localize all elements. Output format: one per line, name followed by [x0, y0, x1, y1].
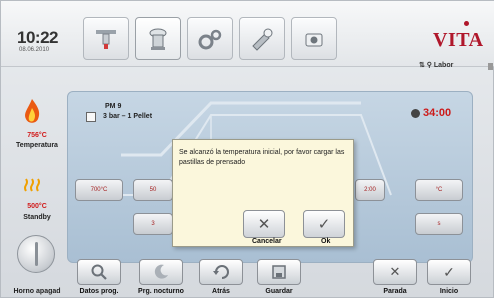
cancel-button[interactable]: ✕ [243, 210, 285, 238]
stop-icon: ✕ [389, 264, 401, 279]
hold-time-value: 2:00 [364, 187, 376, 193]
standby-value: 500°C [27, 203, 47, 210]
hold-time-button[interactable]: 2:00 [355, 179, 385, 201]
back-arrow-icon [213, 265, 229, 279]
program-data-button[interactable] [77, 259, 121, 285]
cooling-time-button[interactable]: s [415, 213, 463, 235]
tools-icon [252, 28, 273, 51]
tab-press[interactable] [135, 17, 181, 60]
camera-icon [305, 33, 323, 46]
program-icon [86, 112, 96, 122]
remaining-time: 34:00 [411, 102, 465, 124]
save-label: Guardar [265, 288, 293, 295]
cooling-temp-button[interactable]: °C [415, 179, 463, 201]
vacuum-value: 3 [151, 221, 155, 227]
app-frame: 10:22 08.06.2010 VITA ⇅ ⚲ Labor 756°C Te… [0, 0, 494, 298]
message-dialog: Se alcanzó la temperatura inicial, por f… [172, 139, 354, 247]
dialog-message: Se alcanzó la temperatura inicial, por f… [179, 149, 345, 166]
temperature-value: 756°C [27, 132, 47, 139]
furnace-icon [96, 29, 116, 49]
flame-icon [25, 99, 40, 123]
tab-settings[interactable] [187, 17, 233, 60]
night-program-icon [154, 264, 168, 279]
check-icon: ✓ [317, 216, 331, 233]
start-label: Inicio [439, 288, 459, 295]
back-button[interactable] [199, 259, 243, 285]
close-icon: ✕ [257, 216, 271, 233]
night-program-button[interactable] [139, 259, 183, 285]
clock-time: 10:22 [17, 28, 58, 47]
remaining-time-value: 34:00 [423, 107, 452, 119]
temperature-label: Temperatura [16, 142, 58, 149]
start-temp-button[interactable]: 700°C [75, 179, 123, 201]
magnifier-icon [91, 264, 107, 280]
tab-tools[interactable] [239, 17, 285, 60]
program-detail: 3 bar – 1 Pellet [103, 113, 153, 120]
start-icon: ✓ [443, 263, 455, 280]
scroll-marker[interactable] [488, 63, 493, 70]
ok-button[interactable]: ✓ [303, 210, 345, 238]
start-temp-value: 700°C [90, 187, 108, 193]
standby-label: Standby [23, 214, 51, 221]
tab-camera[interactable] [291, 17, 337, 60]
program-name: PM 9 [105, 103, 122, 110]
night-program-label: Prg. nocturno [138, 288, 184, 295]
profile-indicator[interactable]: ⇅ ⚲ Labor [419, 61, 453, 69]
cooling-time-value: s [437, 221, 441, 227]
power-knob[interactable] [17, 235, 55, 273]
clock-date: 08.06.2010 [19, 47, 50, 53]
stop-button[interactable]: ✕ [373, 259, 417, 285]
settings-gears-icon [198, 29, 222, 49]
heat-wave-icon [24, 178, 40, 192]
press-icon [149, 28, 167, 50]
cancel-label: Cancelar [252, 238, 282, 245]
ok-label: Ok [321, 238, 331, 245]
header-bar: 10:22 08.06.2010 VITA [1, 1, 494, 67]
cooling-temp-value: °C [435, 187, 443, 193]
program-data-label: Datos prog. [79, 288, 119, 295]
heat-rate-value: 50 [149, 187, 157, 193]
clock-icon [411, 108, 420, 118]
heat-rate-button[interactable]: 50 [133, 179, 173, 201]
save-icon [272, 265, 286, 279]
tab-furnace[interactable] [83, 17, 129, 60]
save-button[interactable] [257, 259, 301, 285]
brand-logo-dot [464, 21, 469, 26]
brand-logo: VITA [433, 29, 484, 51]
profile-icon: ⇅ ⚲ [419, 62, 432, 69]
back-label: Atrás [212, 288, 230, 295]
power-label: Horno apagad [13, 288, 61, 295]
vacuum-button[interactable]: 3 [133, 213, 173, 235]
start-button[interactable]: ✓ [427, 259, 471, 285]
profile-label: Labor [433, 62, 454, 69]
